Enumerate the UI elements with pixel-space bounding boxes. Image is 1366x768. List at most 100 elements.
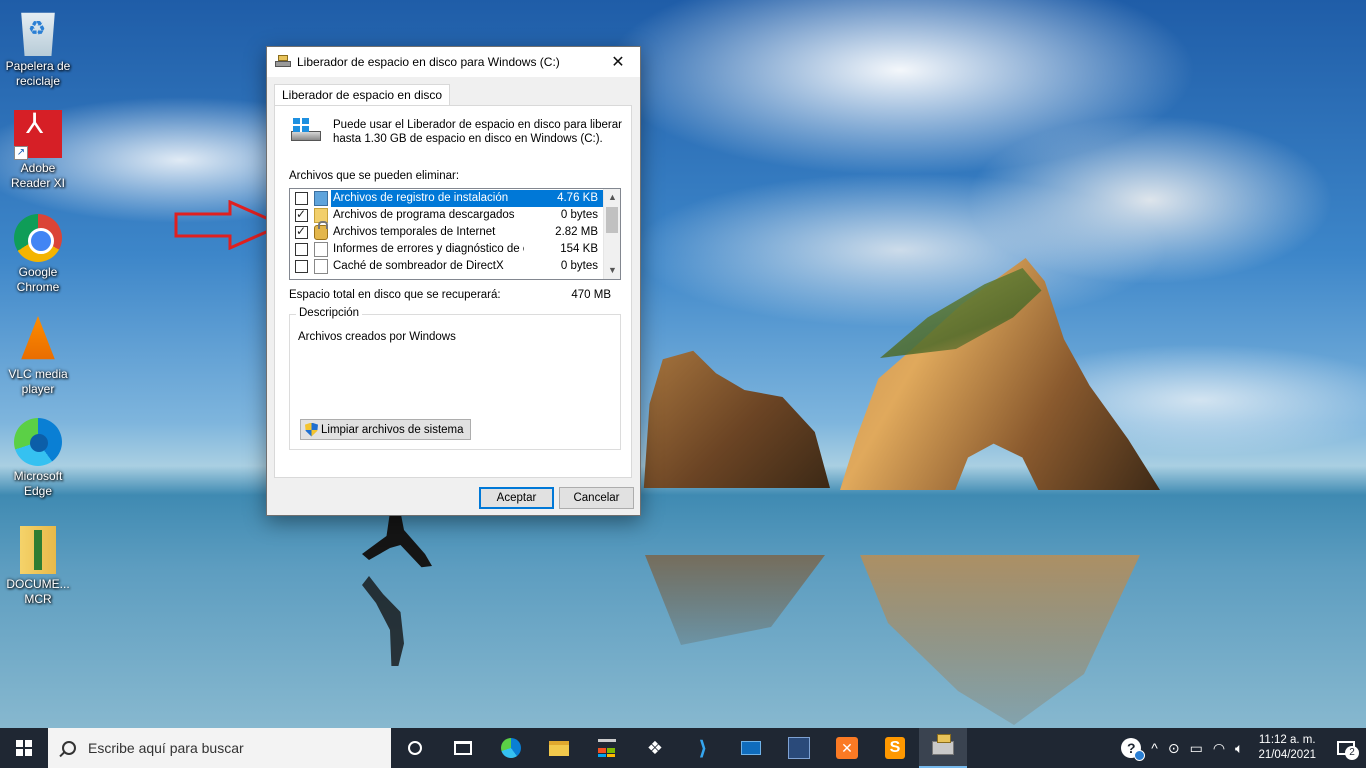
tray-network[interactable]: ◠ [1208,728,1230,768]
taskbar-xampp[interactable]: ✕ [823,728,871,768]
page-icon [314,242,328,257]
tray-location[interactable]: ⊙ [1163,728,1185,768]
tray-help[interactable]: ? [1116,728,1146,768]
file-checkbox[interactable] [295,192,308,205]
list-item[interactable]: Archivos de programa descargados 0 bytes [290,207,604,224]
scroll-down-icon[interactable]: ▼ [604,262,620,279]
desktop-icon-chrome[interactable]: Google Chrome [0,214,76,295]
tab-strip: Liberador de espacio en disco [274,84,451,106]
list-item[interactable]: Caché de sombreador de DirectX 0 bytes [290,258,604,275]
disk-cleanup-icon [275,55,291,69]
cortana-icon [408,741,422,755]
clock-time: 11:12 a. m. [1258,734,1316,746]
taskbar-edge[interactable] [487,728,535,768]
close-icon: ✕ [611,54,625,71]
taskbar-sublime[interactable]: S [871,728,919,768]
tray-overflow-button[interactable]: ^ [1146,728,1163,768]
intro-text: Puede usar el Liberador de espacio en di… [333,119,622,145]
ok-button[interactable]: Aceptar [479,487,554,509]
clean-system-files-button[interactable]: Limpiar archivos de sistema [300,419,471,440]
recycle-bin-icon [21,12,55,56]
page-icon [314,259,328,274]
mail-icon [741,741,761,755]
desktop-icon-recycle-bin[interactable]: Papelera de reciclaje [0,8,76,89]
scroll-thumb[interactable] [606,207,618,233]
store-icon [598,739,616,757]
sublime-icon: S [885,737,905,759]
lock-icon [314,221,328,240]
file-size: 154 KB [560,243,598,255]
close-button[interactable]: ✕ [596,47,640,77]
taskbar: Escribe aquí para buscar ❖ ⟩ ✕ S ? ^ ⊙ ▭… [0,728,1366,768]
clock-date: 21/04/2021 [1258,749,1316,761]
action-center-button[interactable]: 2 [1326,728,1366,768]
file-name: Archivos temporales de Internet [333,226,496,238]
visual-studio-icon: ⟩ [698,737,708,760]
dialog-titlebar[interactable]: Liberador de espacio en disco para Windo… [267,47,640,77]
total-space-label: Espacio total en disco que se recuperará… [289,289,501,301]
description-legend: Descripción [296,307,363,319]
task-view-icon [454,741,472,755]
tab-disk-cleanup[interactable]: Liberador de espacio en disco [274,84,451,106]
file-checkbox[interactable] [295,243,308,256]
list-item[interactable]: Archivos temporales de Internet 2.82 MB [290,221,604,241]
file-explorer-icon [549,740,569,756]
desktop-icon-label: Microsoft Edge [13,469,63,498]
file-checkbox[interactable] [295,207,308,222]
cortana-button[interactable] [391,728,439,768]
search-icon [62,741,76,755]
battery-icon: ▭ [1189,739,1203,756]
tray-volume[interactable]: 🔈︎ [1230,728,1248,768]
disk-cleanup-icon [932,734,954,755]
file-size: 0 bytes [560,209,598,221]
desktop-icon-edge[interactable]: Microsoft Edge [0,418,76,499]
archive-icon [20,526,56,574]
taskbar-mail[interactable] [727,728,775,768]
desktop-icon-label: VLC media player [8,367,68,396]
list-scrollbar[interactable]: ▲ ▼ [603,189,620,279]
description-text: Archivos creados por Windows [298,331,456,343]
list-item[interactable]: Informes de errores y diagnóstico de c..… [290,241,604,258]
location-icon: ⊙ [1167,739,1180,756]
taskbar-disk-cleanup[interactable] [919,728,967,768]
taskbar-mysql-workbench[interactable] [775,728,823,768]
scroll-up-icon[interactable]: ▲ [604,189,620,206]
windows-logo-icon [16,740,32,756]
edge-icon [14,418,62,466]
files-listbox[interactable]: Archivos de registro de instalación 4.76… [289,188,621,280]
taskbar-search-box[interactable]: Escribe aquí para buscar [48,728,391,768]
uac-shield-icon [305,422,318,437]
tray-clock[interactable]: 11:12 a. m. 21/04/2021 [1248,733,1326,763]
file-name: Archivos de registro de instalación [331,190,524,207]
task-view-button[interactable] [439,728,487,768]
dialog-title: Liberador de espacio en disco para Windo… [297,55,560,69]
taskbar-dropbox[interactable]: ❖ [631,728,679,768]
taskbar-store[interactable] [583,728,631,768]
shortcut-arrow-icon: ↗ [14,146,28,160]
desktop-icon-vlc[interactable]: VLC media player [0,316,76,397]
system-tray: ? ^ ⊙ ▭ ◠ 🔈︎ 11:12 a. m. 21/04/2021 2 [1116,728,1366,768]
file-size: 0 bytes [560,260,598,272]
taskbar-visual-studio[interactable]: ⟩ [679,728,727,768]
tab-panel: Puede usar el Liberador de espacio en di… [274,105,632,478]
clean-system-files-label: Limpiar archivos de sistema [321,423,464,436]
desktop-icon-label: DOCUME... MCR [6,577,70,606]
desktop-icon-adobe-reader[interactable]: ↗ Adobe Reader XI [0,110,76,191]
start-button[interactable] [0,728,48,768]
mysql-workbench-icon [788,737,810,759]
desktop-icon-document-archive[interactable]: DOCUME... MCR [0,526,76,607]
total-space: Espacio total en disco que se recuperará… [289,289,621,301]
search-placeholder: Escribe aquí para buscar [88,740,244,756]
file-checkbox[interactable] [295,260,308,273]
file-size: 4.76 KB [524,190,604,207]
description-groupbox: Descripción Archivos creados por Windows… [289,307,621,450]
list-item[interactable]: Archivos de registro de instalación 4.76… [290,190,604,207]
chevron-up-icon: ^ [1151,740,1158,756]
cancel-button[interactable]: Cancelar [559,487,634,509]
wifi-icon: ◠ [1212,739,1226,756]
file-checkbox[interactable] [295,224,308,239]
volume-icon: 🔈︎ [1235,739,1244,756]
tray-battery[interactable]: ▭ [1185,728,1208,768]
taskbar-file-explorer[interactable] [535,728,583,768]
notification-count-badge: 2 [1345,746,1359,760]
